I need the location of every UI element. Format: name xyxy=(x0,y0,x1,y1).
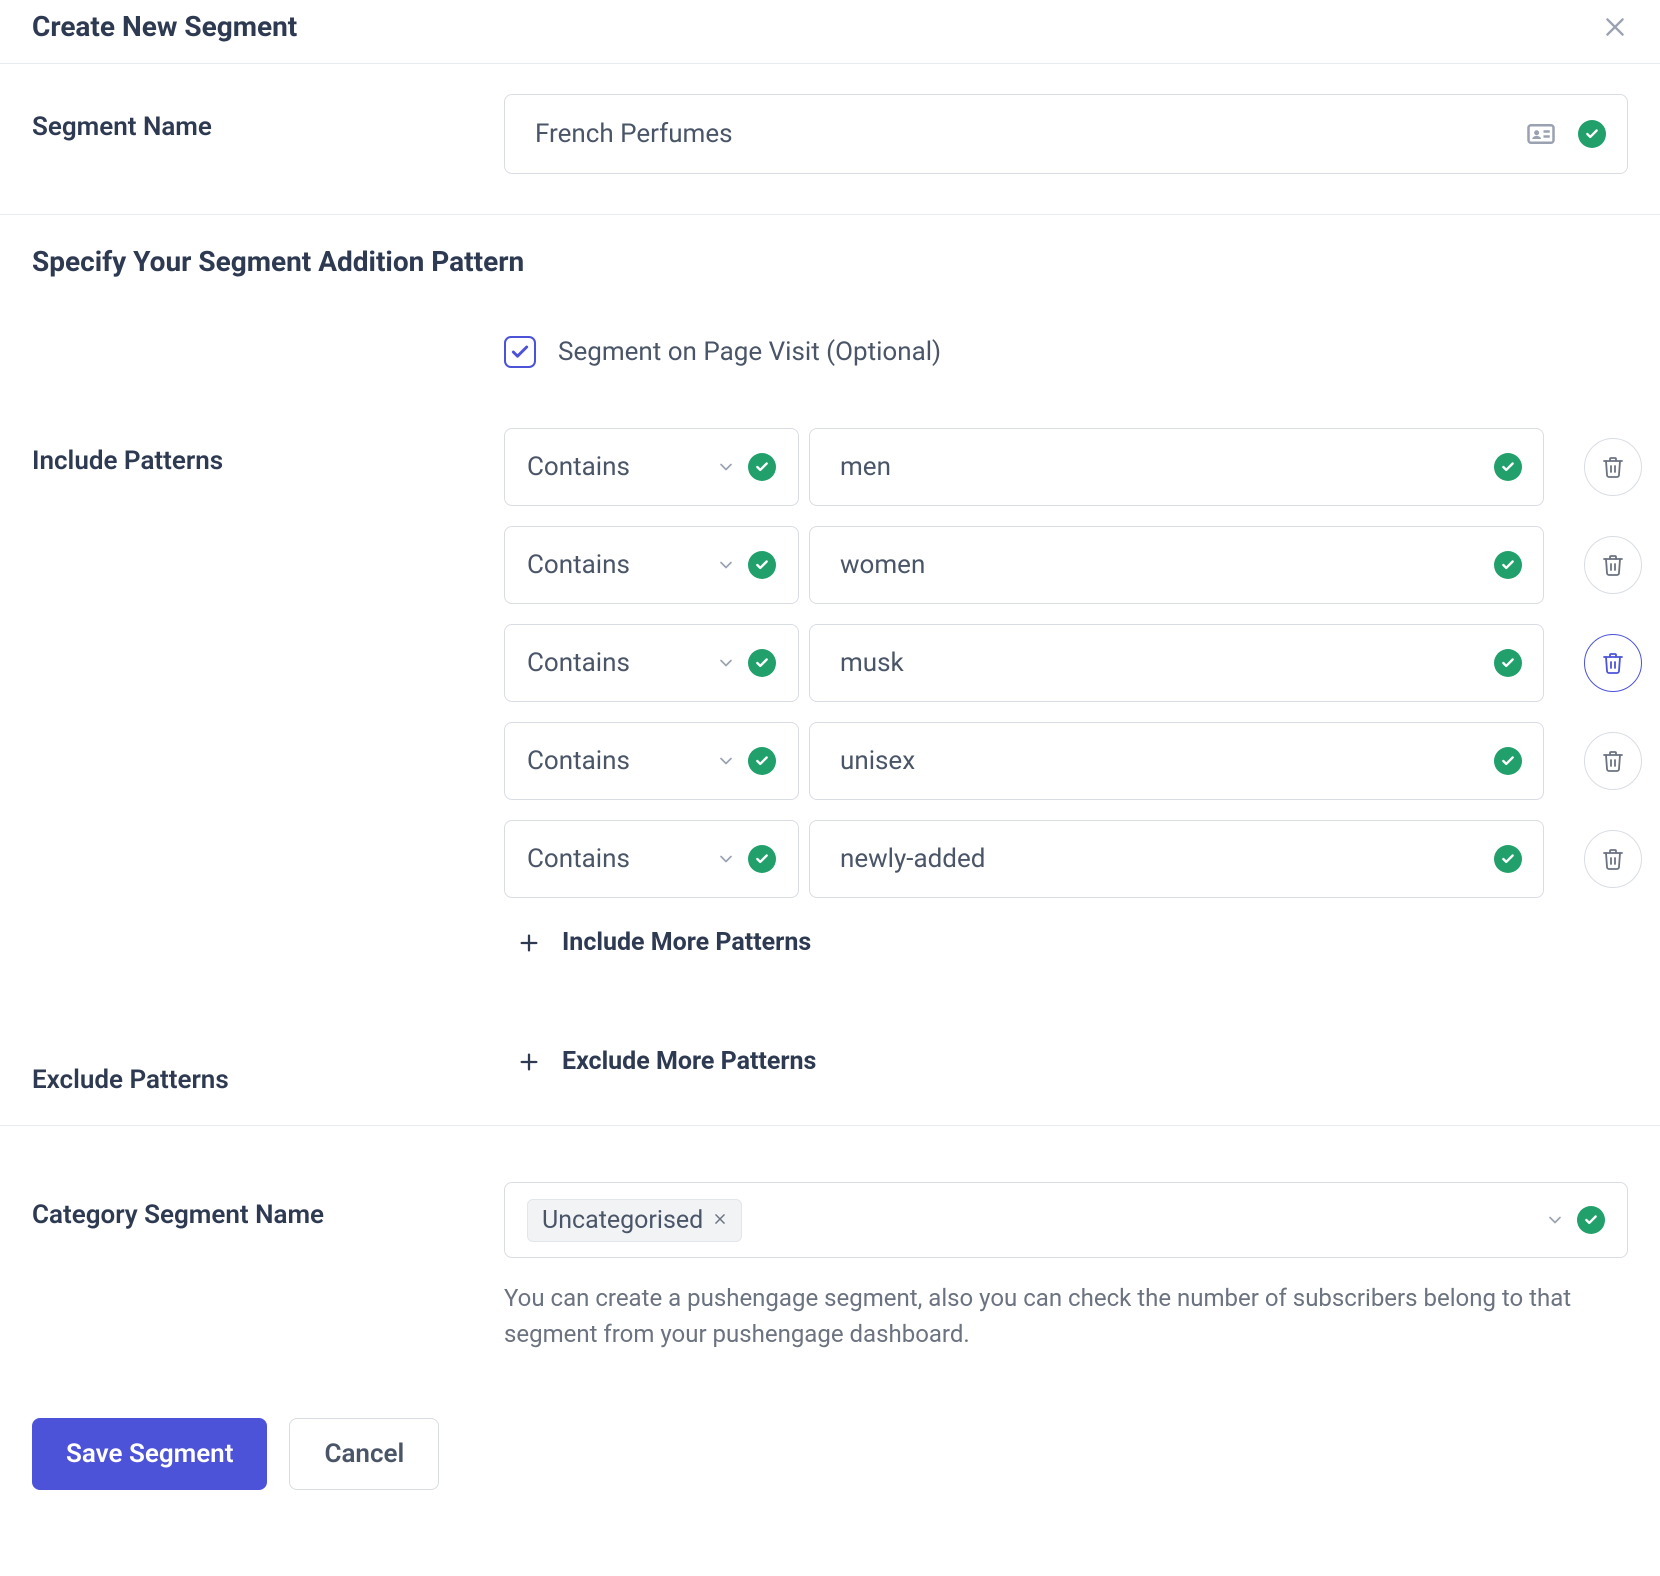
category-help-text: You can create a pushengage segment, als… xyxy=(504,1280,1594,1352)
validation-check-icon xyxy=(748,453,776,481)
pattern-value-input[interactable] xyxy=(809,428,1544,506)
validation-check-icon xyxy=(748,747,776,775)
chevron-down-icon xyxy=(716,653,736,673)
remove-tag-icon[interactable] xyxy=(713,1210,727,1231)
validation-check-icon xyxy=(1494,453,1522,481)
validation-check-icon xyxy=(1578,120,1606,148)
chevron-down-icon xyxy=(716,555,736,575)
id-card-icon xyxy=(1526,119,1556,149)
include-more-label: Include More Patterns xyxy=(562,928,811,957)
pattern-value-input[interactable] xyxy=(809,820,1544,898)
operator-value: Contains xyxy=(527,452,704,482)
exclude-more-button[interactable]: Exclude More Patterns xyxy=(504,1047,1628,1076)
segment-name-input[interactable] xyxy=(504,94,1628,174)
dialog-header: Create New Segment xyxy=(0,0,1660,64)
segment-name-label: Segment Name xyxy=(32,94,504,142)
pattern-value-input[interactable] xyxy=(809,722,1544,800)
addition-pattern-title: Specify Your Segment Addition Pattern xyxy=(32,245,1628,278)
validation-check-icon xyxy=(1494,649,1522,677)
operator-value: Contains xyxy=(527,746,704,776)
validation-check-icon xyxy=(1494,747,1522,775)
include-pattern-row: Contains xyxy=(504,624,1642,702)
validation-check-icon xyxy=(748,649,776,677)
chevron-down-icon xyxy=(1545,1210,1565,1230)
category-tag: Uncategorised xyxy=(527,1199,742,1242)
close-icon[interactable] xyxy=(1602,14,1628,40)
chevron-down-icon xyxy=(716,751,736,771)
page-visit-checkbox[interactable] xyxy=(504,336,536,368)
page-visit-label: Segment on Page Visit (Optional) xyxy=(558,337,941,367)
delete-pattern-button[interactable] xyxy=(1584,438,1642,496)
operator-select[interactable]: Contains xyxy=(504,820,799,898)
include-pattern-row: Contains xyxy=(504,428,1642,506)
delete-pattern-button[interactable] xyxy=(1584,830,1642,888)
operator-select[interactable]: Contains xyxy=(504,722,799,800)
delete-pattern-button[interactable] xyxy=(1584,732,1642,790)
operator-select[interactable]: Contains xyxy=(504,624,799,702)
validation-check-icon xyxy=(1577,1206,1605,1234)
operator-select[interactable]: Contains xyxy=(504,428,799,506)
category-select[interactable]: Uncategorised xyxy=(504,1182,1628,1258)
chevron-down-icon xyxy=(716,457,736,477)
exclude-more-label: Exclude More Patterns xyxy=(562,1047,816,1076)
include-more-button[interactable]: Include More Patterns xyxy=(504,928,1642,957)
operator-value: Contains xyxy=(527,550,704,580)
plus-icon xyxy=(518,1051,540,1073)
include-pattern-row: Contains xyxy=(504,820,1642,898)
category-tag-label: Uncategorised xyxy=(542,1206,703,1235)
exclude-patterns-label: Exclude Patterns xyxy=(32,1047,504,1095)
cancel-button[interactable]: Cancel xyxy=(289,1418,439,1490)
validation-check-icon xyxy=(1494,551,1522,579)
pattern-value-input[interactable] xyxy=(809,624,1544,702)
chevron-down-icon xyxy=(716,849,736,869)
operator-value: Contains xyxy=(527,844,704,874)
include-pattern-row: Contains xyxy=(504,526,1642,604)
delete-pattern-button[interactable] xyxy=(1584,634,1642,692)
dialog-title: Create New Segment xyxy=(32,10,297,43)
validation-check-icon xyxy=(1494,845,1522,873)
include-pattern-row: Contains xyxy=(504,722,1642,800)
validation-check-icon xyxy=(748,845,776,873)
pattern-value-input[interactable] xyxy=(809,526,1544,604)
operator-value: Contains xyxy=(527,648,704,678)
operator-select[interactable]: Contains xyxy=(504,526,799,604)
delete-pattern-button[interactable] xyxy=(1584,536,1642,594)
plus-icon xyxy=(518,932,540,954)
include-patterns-label: Include Patterns xyxy=(32,428,504,476)
dialog-footer: Save Segment Cancel xyxy=(0,1382,1660,1526)
validation-check-icon xyxy=(748,551,776,579)
save-button[interactable]: Save Segment xyxy=(32,1418,267,1490)
category-label: Category Segment Name xyxy=(32,1182,504,1230)
